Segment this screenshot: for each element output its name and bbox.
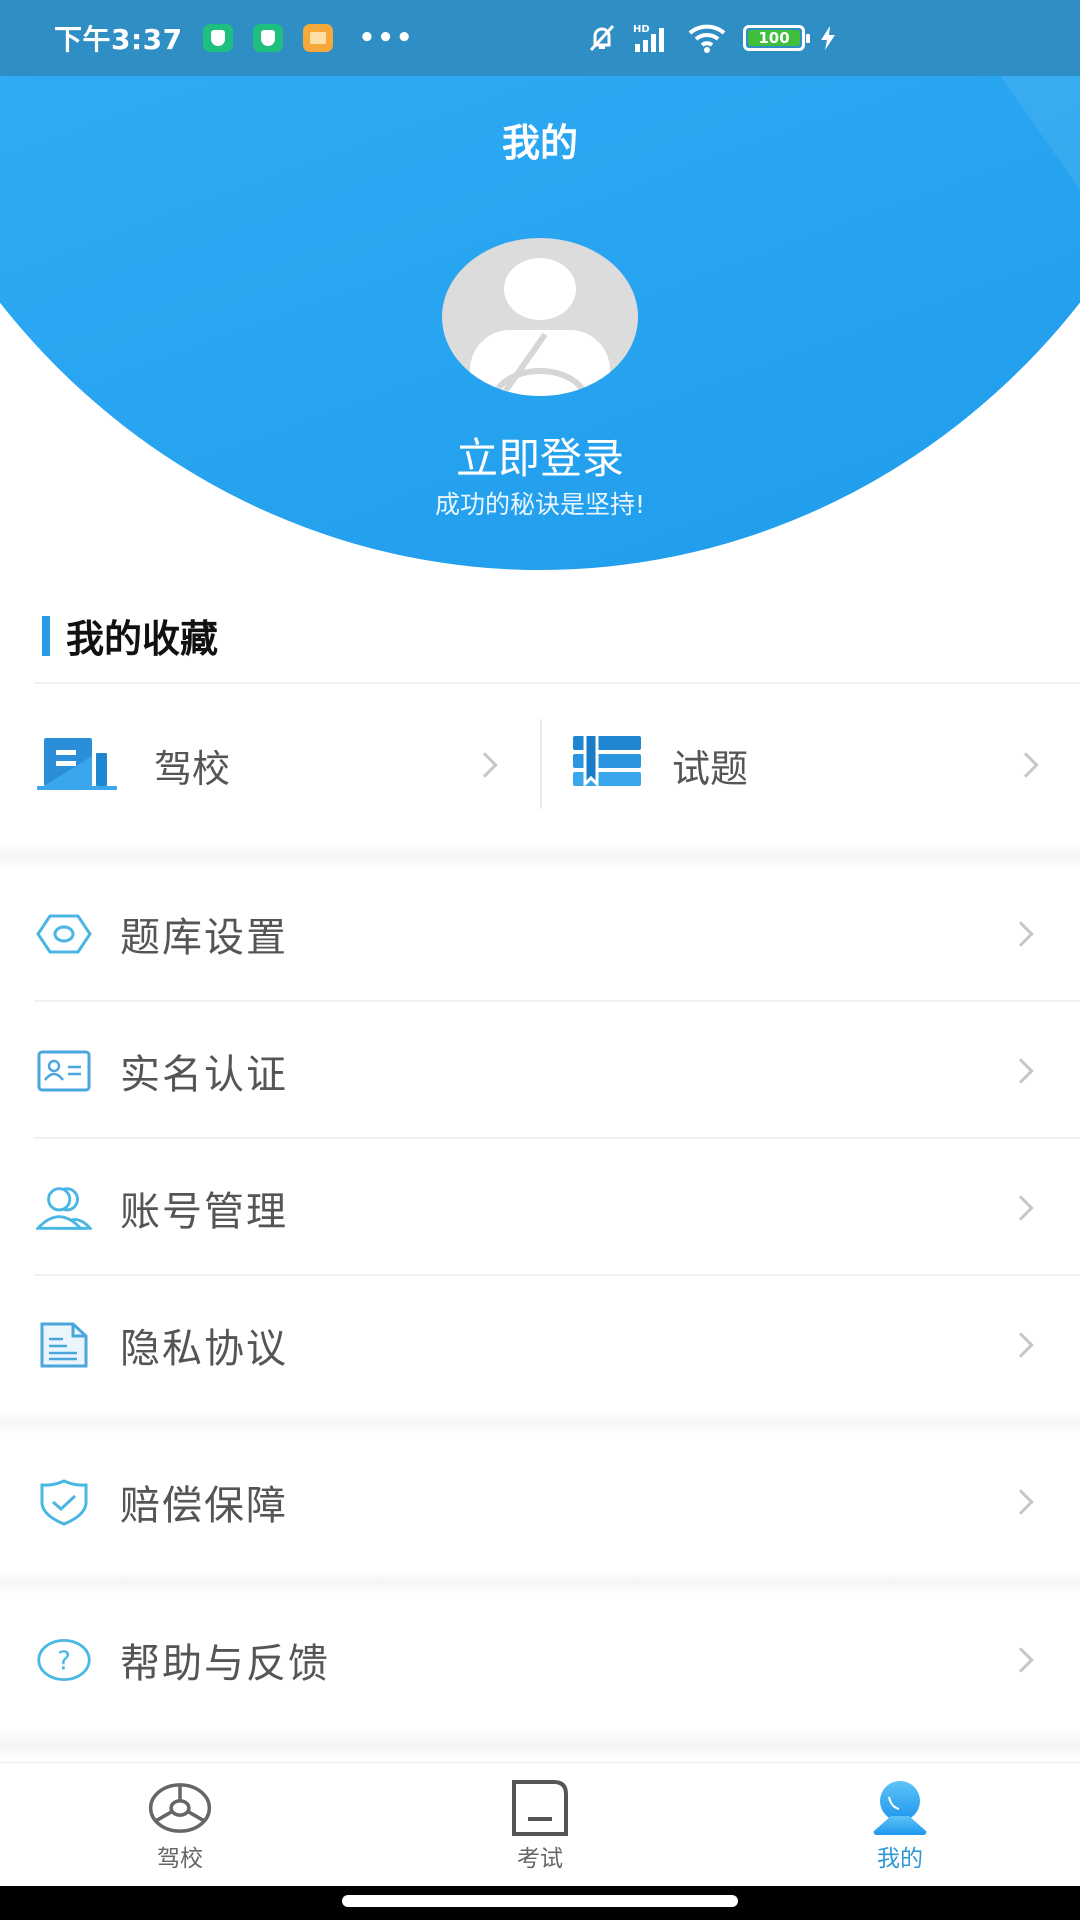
menu-item-compensation-guarantee[interactable]: 赔偿保障 (0, 1434, 1080, 1570)
message-icon (302, 24, 333, 52)
status-time: 下午3:37 (54, 23, 183, 56)
favorites-section-title: 我的收藏 (42, 608, 218, 663)
bottom-navigation: 驾校 考试 我的 (0, 1762, 1080, 1886)
divider (34, 1137, 1080, 1139)
section-gap (0, 1411, 1080, 1435)
profile-icon (868, 1779, 932, 1837)
tab-exam[interactable]: 考试 (360, 1763, 720, 1886)
chevron-right-icon (1008, 1195, 1034, 1221)
favorite-label: 试题 (672, 747, 749, 791)
security-shield-icon (202, 24, 233, 52)
menu-item-privacy-agreement[interactable]: 隐私协议 (0, 1277, 1080, 1413)
battery-level: 100 (748, 30, 800, 46)
motto-text: 成功的秘诀是坚持! (434, 490, 646, 519)
hexagon-settings-icon (36, 906, 92, 962)
menu-item-account-management[interactable]: 账号管理 (0, 1140, 1080, 1276)
menu-item-help-feedback[interactable]: ? 帮助与反馈 (0, 1592, 1080, 1728)
users-icon (36, 1180, 92, 1236)
page-title: 我的 (501, 121, 578, 165)
chevron-right-icon (1008, 1058, 1034, 1084)
signal-icon: HD (633, 24, 664, 52)
help-circle-icon: ? (36, 1632, 92, 1688)
svg-text:?: ? (57, 1646, 71, 1676)
login-button[interactable]: 立即登录 (0, 425, 1080, 486)
tab-driving-school[interactable]: 驾校 (0, 1763, 360, 1886)
chevron-right-icon (1013, 752, 1039, 778)
favorite-driving-school[interactable]: 驾校 (0, 684, 540, 844)
status-bar: 下午3:37 ••• HD 100 (0, 0, 1080, 76)
section-gap (0, 1570, 1080, 1594)
steering-wheel-icon (148, 1779, 212, 1837)
shield-check-icon (36, 1474, 92, 1530)
bell-muted-icon (589, 24, 615, 52)
exam-paper-icon (508, 1779, 572, 1837)
chevron-right-icon (1008, 921, 1034, 947)
avatar[interactable] (442, 238, 638, 396)
document-icon (36, 1317, 92, 1373)
security-shield-icon (252, 24, 283, 52)
favorite-label: 驾校 (154, 747, 231, 791)
chevron-right-icon (472, 752, 498, 778)
id-card-icon (36, 1043, 92, 1099)
charging-icon (821, 26, 835, 50)
svg-text:HD: HD (633, 24, 650, 35)
school-building-icon (37, 738, 117, 790)
section-accent-bar (42, 615, 50, 656)
chevron-right-icon (1008, 1489, 1034, 1515)
home-gesture-handle[interactable] (342, 1895, 738, 1907)
divider (34, 1274, 1080, 1276)
wifi-icon (688, 24, 726, 53)
chevron-right-icon (1008, 1647, 1034, 1673)
divider (34, 1000, 1080, 1002)
tab-profile[interactable]: 我的 (720, 1763, 1080, 1886)
battery-indicator: 100 (743, 25, 810, 51)
menu-item-real-name-verification[interactable]: 实名认证 (0, 1003, 1080, 1139)
favorite-questions[interactable]: 试题 (540, 719, 1080, 809)
section-gap (0, 1728, 1080, 1762)
favorites-row: 驾校 试题 (0, 684, 1080, 844)
menu-item-question-bank-settings[interactable]: 题库设置 (0, 866, 1080, 1002)
question-bank-icon (573, 736, 641, 788)
more-notifications-icon: ••• (358, 23, 415, 53)
chevron-right-icon (1008, 1332, 1034, 1358)
